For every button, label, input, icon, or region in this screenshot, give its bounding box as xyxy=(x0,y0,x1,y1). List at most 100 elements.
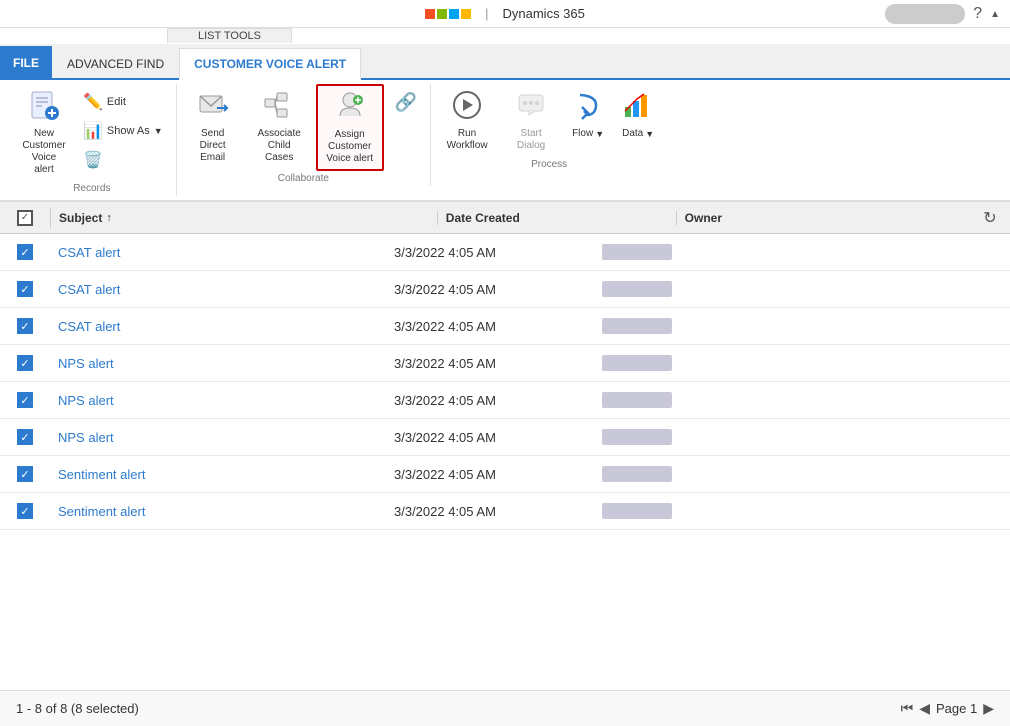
link-button[interactable]: 🔗 xyxy=(388,88,424,117)
microsoft-logo xyxy=(425,9,471,19)
edit-label: Edit xyxy=(107,96,126,108)
edit-icon: ✏️ xyxy=(83,92,103,112)
top-bar: | Dynamics 365 ? ▲ xyxy=(0,0,1010,28)
flow-button[interactable]: Flow ▼ xyxy=(565,84,611,145)
row-7-subject-link[interactable]: Sentiment alert xyxy=(58,467,145,482)
row-2-date: 3/3/2022 4:05 AM xyxy=(386,282,594,297)
row-8-subject: Sentiment alert xyxy=(50,504,386,519)
ribbon-group-collaborate-items: Send Direct Email xyxy=(183,84,424,171)
records-group-label: Records xyxy=(14,181,170,196)
grid-body: ✓ CSAT alert 3/3/2022 4:05 AM ✓ CSAT ale… xyxy=(0,234,1010,530)
ribbon-group-records: New Customer Voice alert ✏️ Edit 📊 Show … xyxy=(8,84,177,196)
row-4-owner-value xyxy=(602,355,672,371)
table-row: ✓ Sentiment alert 3/3/2022 4:05 AM xyxy=(0,493,1010,530)
row-3-checkbox[interactable]: ✓ xyxy=(17,318,33,334)
associate-icon xyxy=(263,89,295,126)
data-label: Data xyxy=(622,128,643,140)
row-5-owner-value xyxy=(602,392,672,408)
header-checkbox-col: ✓ xyxy=(0,210,50,226)
row-7-checkbox[interactable]: ✓ xyxy=(17,466,33,482)
row-6-checkbox-cell: ✓ xyxy=(0,429,50,445)
delete-button[interactable]: 🗑️ xyxy=(76,146,170,174)
row-2-subject-link[interactable]: CSAT alert xyxy=(58,282,120,297)
prev-page-button[interactable]: ◀ xyxy=(919,700,930,717)
new-customer-voice-alert-label: New Customer Voice alert xyxy=(21,128,67,176)
row-4-owner xyxy=(594,355,850,371)
row-2-checkbox[interactable]: ✓ xyxy=(17,281,33,297)
select-all-checkbox[interactable]: ✓ xyxy=(17,210,33,226)
subject-col-label: Subject xyxy=(59,211,102,225)
send-email-icon xyxy=(197,89,229,126)
ribbon-content: New Customer Voice alert ✏️ Edit 📊 Show … xyxy=(0,80,1010,202)
row-1-owner xyxy=(594,244,850,260)
refresh-icon[interactable]: ↻ xyxy=(983,208,996,228)
table-row: ✓ NPS alert 3/3/2022 4:05 AM xyxy=(0,419,1010,456)
list-tools-header: LIST TOOLS xyxy=(167,28,292,43)
pagination: ⏮ ◀ Page 1 ▶ xyxy=(901,700,994,717)
row-1-date: 3/3/2022 4:05 AM xyxy=(386,245,594,260)
page-label: Page 1 xyxy=(936,701,977,716)
send-direct-email-button[interactable]: Send Direct Email xyxy=(183,84,243,169)
row-7-owner-value xyxy=(602,466,672,482)
start-dialog-icon xyxy=(515,89,547,126)
run-workflow-label: Run Workflow xyxy=(444,128,490,152)
row-5-checkbox[interactable]: ✓ xyxy=(17,392,33,408)
row-5-date: 3/3/2022 4:05 AM xyxy=(386,393,594,408)
start-dialog-button[interactable]: Start Dialog xyxy=(501,84,561,157)
data-button[interactable]: Data ▼ xyxy=(615,84,661,145)
row-8-checkbox[interactable]: ✓ xyxy=(17,503,33,519)
tab-customer-voice-alert[interactable]: CUSTOMER VOICE ALERT xyxy=(179,48,361,80)
show-as-dropdown-icon: ▼ xyxy=(154,126,163,136)
row-5-owner xyxy=(594,392,850,408)
new-customer-icon xyxy=(28,89,60,126)
date-created-label: Date Created xyxy=(446,211,520,225)
associate-child-cases-label: Associate Child Cases xyxy=(254,128,305,164)
col-header-subject[interactable]: Subject ↑ xyxy=(51,211,437,225)
row-4-checkbox[interactable]: ✓ xyxy=(17,355,33,371)
edit-button[interactable]: ✏️ Edit xyxy=(76,88,170,116)
row-4-date: 3/3/2022 4:05 AM xyxy=(386,356,594,371)
col-header-date-created[interactable]: Date Created xyxy=(437,211,676,225)
tab-file[interactable]: FILE xyxy=(0,46,52,78)
app-logo: | Dynamics 365 xyxy=(425,6,585,21)
assign-customer-voice-alert-button[interactable]: Assign Customer Voice alert xyxy=(316,84,384,171)
top-bar-right: ? ▲ xyxy=(885,4,1000,24)
next-page-button[interactable]: ▶ xyxy=(983,700,994,717)
owner-label: Owner xyxy=(685,211,722,225)
row-5-checkbox-cell: ✓ xyxy=(0,392,50,408)
help-icon[interactable]: ? xyxy=(973,5,982,23)
delete-icon: 🗑️ xyxy=(83,150,103,170)
table-row: ✓ NPS alert 3/3/2022 4:05 AM xyxy=(0,382,1010,419)
row-5-subject-link[interactable]: NPS alert xyxy=(58,393,114,408)
tab-advanced-find[interactable]: ADVANCED FIND xyxy=(52,48,179,78)
run-workflow-button[interactable]: Run Workflow xyxy=(437,84,497,157)
row-1-checkbox[interactable]: ✓ xyxy=(17,244,33,260)
row-3-subject-link[interactable]: CSAT alert xyxy=(58,319,120,334)
row-3-checkbox-cell: ✓ xyxy=(0,318,50,334)
ribbon-group-process: Run Workflow xyxy=(431,84,667,172)
row-2-owner xyxy=(594,281,850,297)
collapse-icon[interactable]: ▲ xyxy=(990,9,1000,20)
col-header-owner[interactable]: Owner xyxy=(676,211,970,225)
row-2-owner-value xyxy=(602,281,672,297)
new-customer-voice-alert-button[interactable]: New Customer Voice alert xyxy=(14,84,74,181)
assign-icon xyxy=(334,90,366,127)
start-dialog-label: Start Dialog xyxy=(508,128,554,152)
collaborate-group-label: Collaborate xyxy=(183,171,424,186)
row-4-subject-link[interactable]: NPS alert xyxy=(58,356,114,371)
table-row: ✓ Sentiment alert 3/3/2022 4:05 AM xyxy=(0,456,1010,493)
flow-icon xyxy=(572,89,604,126)
row-4-subject: NPS alert xyxy=(50,356,386,371)
row-6-subject-link[interactable]: NPS alert xyxy=(58,430,114,445)
row-2-subject: CSAT alert xyxy=(50,282,386,297)
row-3-owner-value xyxy=(602,318,672,334)
row-1-subject-link[interactable]: CSAT alert xyxy=(58,245,120,260)
show-as-button[interactable]: 📊 Show As ▼ xyxy=(76,117,170,145)
row-1-checkbox-cell: ✓ xyxy=(0,244,50,260)
row-8-subject-link[interactable]: Sentiment alert xyxy=(58,504,145,519)
row-3-owner xyxy=(594,318,850,334)
first-page-button[interactable]: ⏮ xyxy=(901,700,914,717)
row-6-checkbox[interactable]: ✓ xyxy=(17,429,33,445)
row-1-owner-value xyxy=(602,244,672,260)
associate-child-cases-button[interactable]: Associate Child Cases xyxy=(247,84,312,169)
